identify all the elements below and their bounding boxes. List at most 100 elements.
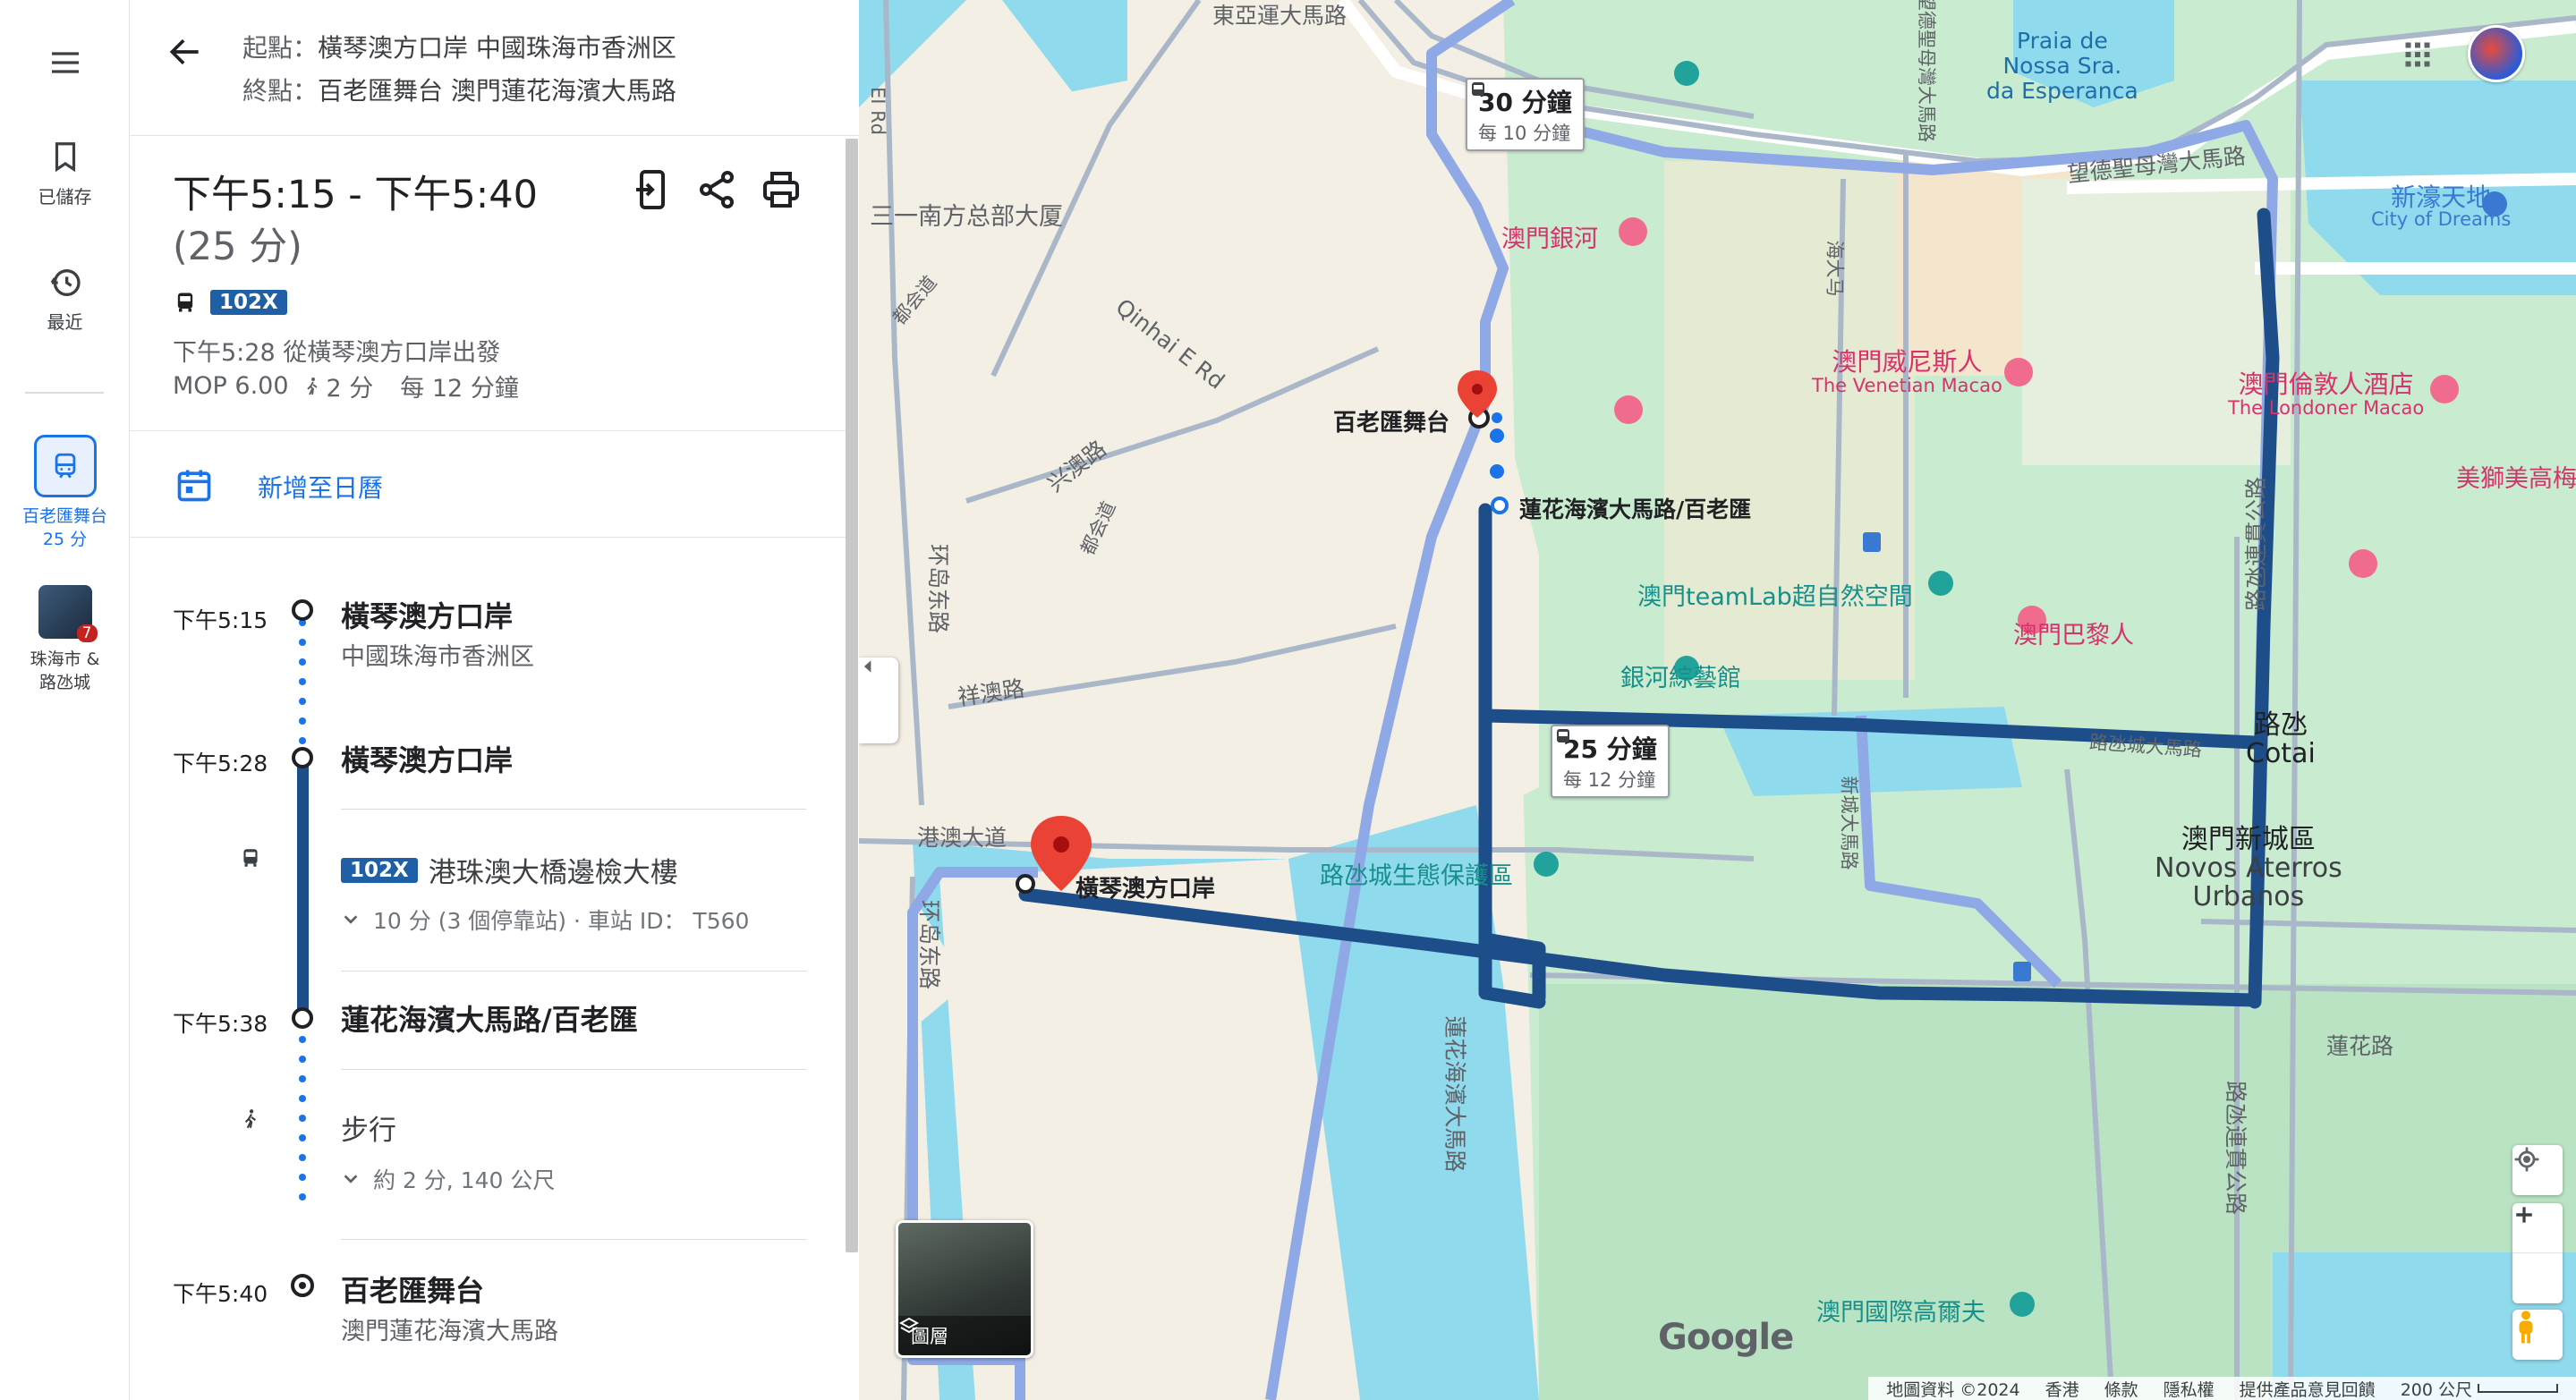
area-button[interactable]: 7 珠海市 & 路氹城: [0, 585, 130, 694]
area-thumbnail: 7: [38, 585, 98, 642]
destination-line[interactable]: 終點：百老匯舞台 澳門蓮花海濱大馬路: [242, 72, 676, 107]
bus-detail: 10 分 (3 個停靠站) · 車站 ID： T560: [373, 908, 750, 934]
origin-map-label[interactable]: 橫琴澳方口岸: [1075, 870, 1215, 904]
history-icon: [50, 269, 81, 296]
collapse-panel-button[interactable]: [859, 658, 898, 743]
map-label: 路氹 Cotai: [2246, 711, 2316, 768]
apps-grid-icon[interactable]: [2402, 38, 2434, 71]
origin-stop-marker[interactable]: [1016, 874, 1035, 894]
active-trip-duration: 25 分: [42, 530, 88, 549]
map-label-line: The Venetian Macao: [1812, 375, 2002, 396]
step4-sub: 澳門蓮花海濱大馬路: [341, 1318, 558, 1345]
map-label: EI Rd: [867, 86, 889, 136]
map-label: 美獅美高梅: [2456, 465, 2576, 493]
callout-selected-frequency: 每 12 分鐘: [1563, 769, 1656, 791]
step2-name[interactable]: 橫琴澳方口岸: [341, 738, 513, 779]
area-badge: 7: [76, 624, 98, 642]
street-view-button[interactable]: [2512, 1310, 2563, 1360]
map-label-line: 澳門威尼斯人: [1832, 347, 1983, 377]
layers-icon: [898, 1317, 920, 1334]
map-label: 望德聖母灣大馬路: [1916, 0, 1937, 142]
map-label: 蓮花海濱大馬路: [1441, 1015, 1468, 1173]
map-canvas[interactable]: 東亞運大馬路 Praia de Nossa Sra. da Esperanca …: [859, 0, 2576, 1400]
chevron-left-icon: [863, 660, 871, 673]
back-arrow-icon[interactable]: [166, 32, 205, 72]
menu-button[interactable]: [0, 45, 130, 88]
account-avatar[interactable]: [2468, 25, 2525, 82]
map-label-line: Urbanos: [2192, 881, 2305, 912]
privacy-link[interactable]: 隱私權: [2164, 1377, 2215, 1400]
walk-step-label: 步行: [341, 1115, 396, 1147]
route-badge: 102X: [210, 290, 287, 315]
map-label: 环岛东路: [925, 543, 952, 634]
map-label: 路氹連貫公路: [2243, 476, 2270, 612]
map-label: 澳門巴黎人: [2013, 622, 2134, 649]
origin-value: 橫琴澳方口岸 中國珠海市香洲区: [318, 33, 676, 63]
step-divider: [341, 1069, 806, 1070]
walk-detail-toggle[interactable]: 約 2 分, 140 公尺: [341, 1163, 555, 1195]
feedback-link[interactable]: 提供產品意見回饋: [2240, 1377, 2376, 1400]
map-label: 新濠天地 City of Dreams: [2371, 185, 2512, 231]
step-divider: [341, 1239, 806, 1240]
destination-value: 百老匯舞台 澳門蓮花海濱大馬路: [318, 76, 676, 106]
map-label: 澳門國際高爾夫: [1816, 1299, 1985, 1327]
stop-map-label[interactable]: 蓮花海濱大馬路/百老匯: [1519, 492, 1751, 524]
saved-button[interactable]: 已儲存: [0, 138, 130, 208]
route-callout-alt[interactable]: 30 分鐘 每 10 分鐘: [1466, 78, 1585, 151]
depart-info: 下午5:28 從橫琴澳方口岸出發: [173, 339, 501, 367]
calendar-icon: [177, 470, 211, 502]
region-link[interactable]: 香港: [2045, 1377, 2079, 1400]
map-label: 澳門teamLab超自然空間: [1637, 583, 1913, 611]
panel-scrollbar[interactable]: [846, 139, 858, 1252]
chevron-down-icon: [344, 1175, 358, 1184]
bus-icon: [1557, 729, 1569, 742]
share-icon[interactable]: [695, 168, 738, 211]
trip-duration: (25 分): [173, 225, 302, 269]
scale-line: [2478, 1384, 2558, 1393]
side-rail: 已儲存 最近 百老匯舞台 25 分 7 珠海市 & 路氹城: [0, 0, 130, 1400]
summary-route-row: 102X: [173, 286, 287, 318]
trip-time-range: 下午5:15 - 下午5:40: [173, 173, 538, 217]
map-label: 澳門倫敦人酒店 The Londoner Macao: [2228, 369, 2425, 420]
map-label-line: 澳門倫敦人酒店: [2238, 369, 2414, 399]
print-icon[interactable]: [760, 168, 803, 211]
map-label-line: City of Dreams: [2371, 208, 2512, 230]
map-label: 港澳大道: [917, 825, 1007, 851]
chevron-down-icon: [344, 915, 358, 924]
step3-time: 下午5:38: [173, 1011, 268, 1037]
map-label: 東亞運大馬路: [1212, 3, 1348, 29]
step4-name[interactable]: 百老匯舞台: [341, 1268, 484, 1310]
bus-detail-toggle[interactable]: 10 分 (3 個停靠站) · 車站 ID： T560: [341, 904, 749, 936]
origin-line[interactable]: 起點：橫琴澳方口岸 中國珠海市香洲区: [242, 29, 676, 64]
callout-selected-duration: 25 分鐘: [1563, 734, 1657, 764]
map-label: 澳門銀河: [1501, 225, 1598, 253]
destination-label: 終點：: [242, 76, 319, 106]
layers-button[interactable]: 圖層: [896, 1220, 1033, 1358]
map-label-line: Novos Aterros: [2155, 853, 2342, 884]
fare: MOP 6.00: [173, 372, 289, 400]
step2-time: 下午5:28: [173, 751, 268, 776]
route-callout-selected[interactable]: 25 分鐘 每 12 分鐘: [1551, 725, 1670, 798]
destination-map-label[interactable]: 百老匯舞台: [1333, 404, 1450, 437]
map-footer: 地圖資料 ©2024 香港 條款 隱私權 提供產品意見回饋 200 公尺: [1868, 1377, 2576, 1400]
send-to-phone-icon[interactable]: [631, 168, 674, 211]
walk-detail: 約 2 分, 140 公尺: [373, 1167, 556, 1193]
transit-icon: [33, 435, 97, 497]
step-divider: [341, 809, 806, 810]
step1-time: 下午5:15: [173, 607, 268, 633]
bus-stop-marker[interactable]: [1491, 496, 1509, 514]
step3-name[interactable]: 蓮花海濱大馬路/百老匯: [341, 997, 638, 1039]
summary-meta: MOP 6.00 2 分 每 12 分鐘: [173, 369, 519, 403]
terms-link[interactable]: 條款: [2104, 1377, 2138, 1400]
recent-button[interactable]: 最近: [0, 265, 130, 334]
add-to-calendar-row[interactable]: 新增至日曆: [130, 430, 846, 538]
step1-name[interactable]: 橫琴澳方口岸: [341, 594, 513, 635]
scale-bar[interactable]: 200 公尺: [2401, 1377, 2558, 1400]
map-label: 三一南方总部大厦: [870, 203, 1063, 231]
active-trip-button[interactable]: 百老匯舞台 25 分: [0, 435, 130, 551]
zoom-out-button[interactable]: [2512, 1213, 2563, 1303]
map-label-line: The Londoner Macao: [2228, 397, 2425, 419]
scale-label: 200 公尺: [2400, 1379, 2472, 1400]
zoom-controls: [2512, 1203, 2563, 1303]
my-location-button[interactable]: [2512, 1145, 2563, 1195]
